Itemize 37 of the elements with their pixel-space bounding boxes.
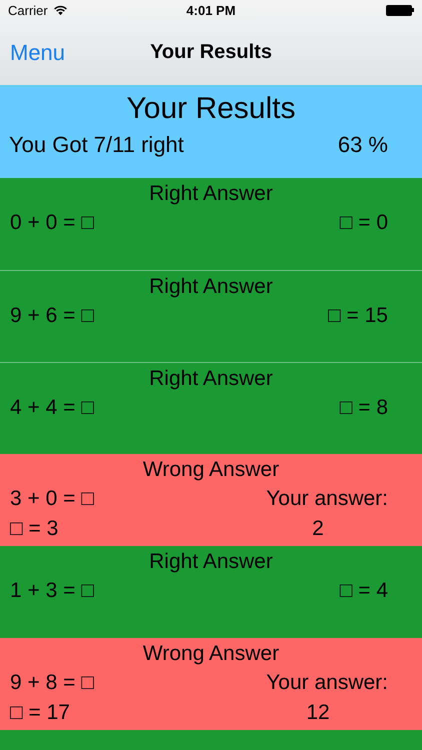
result-label: Right Answer	[148, 549, 274, 575]
answer-text: □ = 15	[328, 303, 388, 329]
wrong-answer-row[interactable]: Wrong Answer 9 + 8 = □ Your answer: □ = 17 12	[0, 638, 422, 730]
right-answer-row[interactable]: Right Answer 4 + 4 = □ □ = 8	[0, 362, 422, 454]
right-answer-row[interactable]: Right Answer 0 + 0 = □ □ = 0	[0, 178, 422, 270]
carrier-name: Carrier	[8, 2, 48, 18]
question-text: 0 + 0 = □	[10, 210, 94, 236]
nav-title: Your Results	[150, 41, 272, 64]
wrong-answer-row[interactable]: Wrong Answer 3 + 0 = □ Your answer: □ = 3 2	[0, 454, 422, 546]
answer-text: □ = 17	[10, 700, 70, 726]
result-label: Wrong Answer	[142, 457, 280, 483]
question-text: 9 + 8 = □	[10, 670, 94, 696]
your-answer-value: 2	[312, 517, 324, 540]
status-time: 4:01 PM	[186, 2, 236, 18]
result-label: Wrong Answer	[142, 641, 280, 667]
answer-text: □ = 3	[10, 516, 58, 542]
right-answer-row[interactable]: Right Answer 9 + 6 = □ □ = 15	[0, 270, 422, 362]
your-answer-label: Your answer:	[266, 486, 388, 512]
answer-text: □ = 0	[340, 210, 388, 236]
wifi-icon	[52, 4, 68, 16]
right-answer-row[interactable]: Right Answer 1 + 3 = □ □ = 4	[0, 546, 422, 638]
your-answer-value: 12	[306, 701, 330, 724]
result-label: Right Answer	[148, 274, 274, 300]
your-answer-label: Your answer:	[266, 670, 388, 696]
question-text: 9 + 6 = □	[10, 303, 94, 329]
battery-icon	[386, 4, 414, 16]
result-label: Right Answer	[148, 181, 274, 207]
result-label: Right Answer	[148, 366, 274, 392]
question-text: 3 + 0 = □	[10, 486, 94, 512]
question-text: 1 + 3 = □	[10, 578, 94, 604]
answer-text: □ = 4	[340, 578, 388, 604]
summary-title: Your Results	[126, 91, 296, 127]
percent-text: 63 %	[338, 131, 388, 159]
answer-text: □ = 8	[340, 395, 388, 421]
score-text: You Got 7/11 right	[9, 131, 184, 159]
menu-button[interactable]: Menu	[10, 40, 100, 66]
question-text: 4 + 4 = □	[10, 395, 94, 421]
